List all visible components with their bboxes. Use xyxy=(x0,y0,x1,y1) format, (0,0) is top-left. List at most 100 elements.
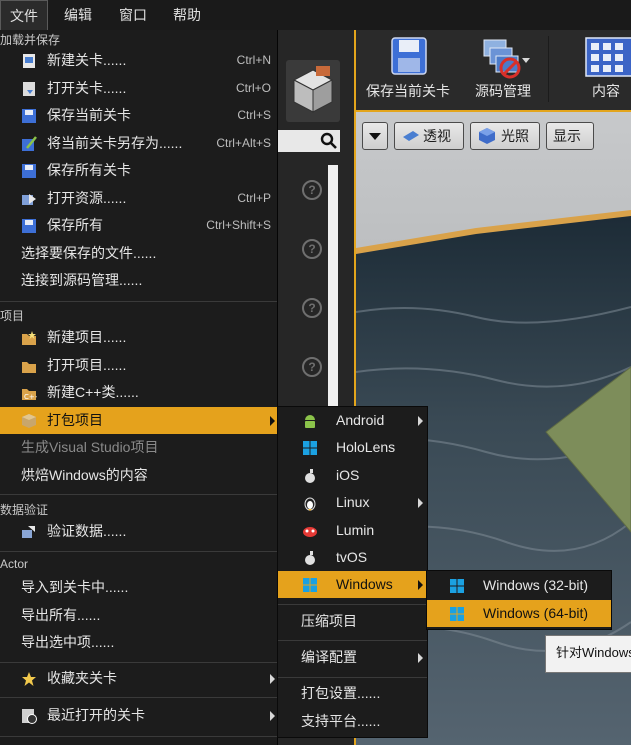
perspective-icon xyxy=(403,131,419,141)
menu-separator xyxy=(0,662,277,663)
platform-hololens[interactable]: HoloLens xyxy=(278,434,427,461)
menu-item-open-level[interactable]: 打开关卡...... Ctrl+O xyxy=(0,75,277,102)
menu-item-compress-project[interactable]: 压缩项目 xyxy=(278,608,427,635)
menu-item-label: 打包项目 xyxy=(47,412,103,428)
save-level-button[interactable]: 保存当前关卡 xyxy=(358,30,458,110)
cpp-class-icon: C++ xyxy=(22,389,37,401)
help-icon[interactable]: ? xyxy=(302,298,322,318)
content-label: 内容 xyxy=(592,83,620,99)
menu-item-label: Windows (32-bit) xyxy=(483,577,589,593)
menu-item-export-selected[interactable]: 导出选中项...... xyxy=(0,629,277,656)
platform-linux[interactable]: Linux xyxy=(278,489,427,516)
platform-tvos[interactable]: tvOS xyxy=(278,544,427,571)
menu-item-choose-files[interactable]: 选择要保存的文件...... xyxy=(0,240,277,267)
section-project: 项目 xyxy=(0,309,25,323)
shortcut-label: Ctrl+Alt+S xyxy=(216,136,271,150)
menu-item-export-all[interactable]: 导出所有...... xyxy=(0,602,277,629)
menu-item-label: 打开关卡...... xyxy=(47,80,127,96)
menu-item-recent-levels[interactable]: 最近打开的关卡 xyxy=(0,702,277,729)
menu-item-validate-data[interactable]: 验证数据...... xyxy=(0,518,277,545)
save-all-levels-icon xyxy=(22,164,36,178)
help-icon[interactable]: ? xyxy=(302,180,322,200)
menu-item-favorite-levels[interactable]: 收藏夹关卡 xyxy=(0,665,277,692)
menu-item-label: 新建关卡...... xyxy=(47,52,127,68)
shortcut-label: Ctrl+Shift+S xyxy=(206,218,271,232)
menu-item-label: 新建项目...... xyxy=(47,329,127,345)
source-control-icon xyxy=(483,39,530,79)
perspective-button[interactable]: 透视 xyxy=(394,122,464,150)
windows-32bit[interactable]: Windows (32-bit) xyxy=(427,572,611,599)
windows-64bit[interactable]: Windows (64-bit) xyxy=(427,600,611,627)
lit-button[interactable]: 光照 xyxy=(470,122,540,150)
toolbar-separator xyxy=(548,36,549,102)
viewport-options-button[interactable] xyxy=(362,122,388,150)
menu-item-package-project[interactable]: 打包项目 xyxy=(0,407,277,434)
menu-item-label: 将当前关卡另存为...... xyxy=(47,135,183,151)
tooltip: 针对Windows xyxy=(545,635,631,673)
submenu-arrow-icon xyxy=(418,580,423,590)
menu-file[interactable]: 文件 xyxy=(0,0,48,30)
source-control-button[interactable]: 源码管理 xyxy=(462,30,544,110)
menu-item-build-config[interactable]: 编译配置 xyxy=(278,644,427,671)
menu-separator xyxy=(0,697,277,698)
scrollbar[interactable] xyxy=(328,165,338,445)
help-icon[interactable]: ? xyxy=(302,357,322,377)
menu-item-label: HoloLens xyxy=(336,439,396,455)
menu-item-package-settings[interactable]: 打包设置...... xyxy=(278,680,427,707)
platform-ios[interactable]: iOS xyxy=(278,462,427,489)
validate-icon xyxy=(22,526,35,538)
recent-levels-icon xyxy=(22,709,37,724)
menu-separator xyxy=(0,736,277,737)
menu-item-label: Lumin xyxy=(336,522,375,538)
menu-item-new-level[interactable]: 新建关卡...... Ctrl+N xyxy=(0,47,277,74)
svg-text:C++: C++ xyxy=(24,393,37,401)
menu-item-save-as[interactable]: 将当前关卡另存为...... Ctrl+Alt+S xyxy=(0,130,277,157)
menu-window[interactable]: 窗口 xyxy=(110,0,156,30)
menu-item-label: Windows xyxy=(336,576,393,592)
save-icon xyxy=(22,109,36,123)
menu-item-import-into-level[interactable]: 导入到关卡中...... xyxy=(0,574,277,601)
menu-item-open-project[interactable]: 打开项目...... xyxy=(0,352,277,379)
menu-item-connect-source[interactable]: 连接到源码管理...... xyxy=(0,267,277,294)
windows-logo-icon xyxy=(303,578,317,592)
content-grid-icon xyxy=(585,37,631,77)
new-project-icon xyxy=(22,331,36,345)
section-load-save: 加载并保存 xyxy=(0,33,61,47)
menu-item-save-all[interactable]: 保存所有 Ctrl+Shift+S xyxy=(0,212,277,239)
submenu-arrow-icon xyxy=(418,498,423,508)
apple-icon xyxy=(305,469,315,483)
show-button[interactable]: 显示 xyxy=(546,122,594,150)
menu-item-label: 打包设置...... xyxy=(301,685,381,701)
menu-edit[interactable]: 编辑 xyxy=(55,0,101,30)
windows-logo-icon xyxy=(303,441,317,455)
menu-item-cook-windows[interactable]: 烘焙Windows的内容 xyxy=(0,462,277,489)
source-control-label: 源码管理 xyxy=(475,83,531,99)
menu-item-generate-vs: 生成Visual Studio项目 xyxy=(0,434,277,461)
menu-item-label: 压缩项目 xyxy=(301,613,357,629)
apple-tv-icon xyxy=(305,551,315,565)
menu-item-save-current[interactable]: 保存当前关卡 Ctrl+S xyxy=(0,102,277,129)
menu-item-open-asset[interactable]: 打开资源...... Ctrl+P xyxy=(0,185,277,212)
platform-android[interactable]: Android xyxy=(278,407,427,434)
menu-item-supported-platforms[interactable]: 支持平台...... xyxy=(278,708,427,735)
platform-lumin[interactable]: Lumin xyxy=(278,517,427,544)
search-icon[interactable] xyxy=(320,132,338,150)
menu-separator xyxy=(278,604,427,605)
submenu-arrow-icon xyxy=(418,416,423,426)
help-icon[interactable]: ? xyxy=(302,239,322,259)
menu-bar: 文件 编辑 窗口 帮助 xyxy=(0,0,631,30)
menu-item-label: 连接到源码管理...... xyxy=(21,272,143,288)
menu-item-new-project[interactable]: 新建项目...... xyxy=(0,324,277,351)
lumin-icon xyxy=(303,527,317,537)
menu-separator xyxy=(0,551,277,552)
menu-item-label: Windows (64-bit) xyxy=(483,605,589,621)
menu-item-save-all-levels[interactable]: 保存所有关卡 xyxy=(0,157,277,184)
menu-item-label: 烘焙Windows的内容 xyxy=(21,467,148,483)
platform-windows[interactable]: Windows xyxy=(278,571,427,598)
actor-thumbnail[interactable] xyxy=(286,60,340,122)
menu-item-new-cpp-class[interactable]: C++ 新建C++类...... xyxy=(0,379,277,406)
menu-item-label: 生成Visual Studio项目 xyxy=(21,439,159,455)
menu-help[interactable]: 帮助 xyxy=(164,0,210,30)
content-button[interactable]: 内容 xyxy=(556,30,631,110)
menu-item-label: iOS xyxy=(336,467,360,483)
